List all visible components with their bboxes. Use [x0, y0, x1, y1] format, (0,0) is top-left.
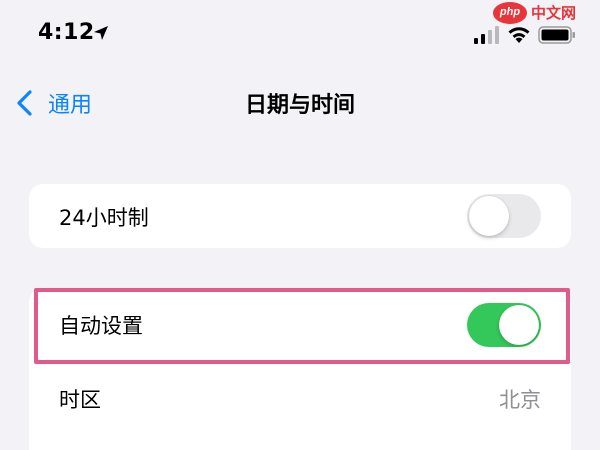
page-title: 日期与时间: [244, 93, 355, 118]
watermark-text: 中文网: [531, 4, 577, 22]
watermark-logo: php: [493, 2, 527, 24]
setting-label-24-hour: 24小时制: [59, 206, 149, 230]
setting-row-auto-set: 自动设置: [29, 288, 571, 362]
battery-icon: [538, 26, 575, 44]
toggle-knob: [469, 196, 509, 236]
setting-label-time-zone: 时区: [59, 388, 101, 412]
navigation-bar: 通用 日期与时间: [0, 70, 600, 134]
settings-group-auto: 自动设置 时区 北京: [29, 288, 571, 450]
watermark: php 中文网: [493, 2, 597, 24]
cellular-signal-icon: [474, 26, 499, 44]
location-arrow-icon: [94, 26, 108, 40]
setting-row-24-hour: 24小时制: [29, 184, 571, 248]
toggle-24-hour[interactable]: [467, 194, 541, 238]
wifi-icon: [508, 27, 530, 43]
status-time: 4:12: [38, 20, 95, 45]
setting-row-time-zone[interactable]: 时区 北京: [29, 362, 571, 436]
setting-value-time-zone: 北京: [499, 388, 541, 412]
toggle-knob: [499, 305, 539, 345]
toggle-auto-set[interactable]: [467, 303, 541, 347]
settings-group-format: 24小时制: [29, 184, 571, 248]
setting-label-auto-set: 自动设置: [59, 314, 143, 338]
